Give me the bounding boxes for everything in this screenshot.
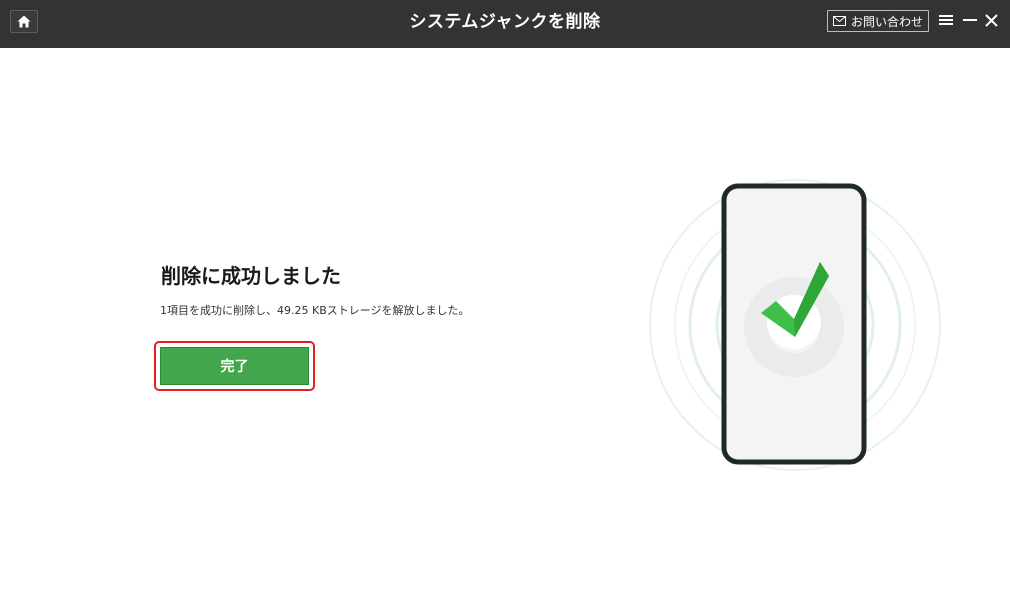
- close-icon: [984, 13, 998, 27]
- minimize-button[interactable]: [961, 11, 979, 29]
- phone-icon: [649, 179, 941, 471]
- title-bar: システムジャンクを削除 お問い合わせ: [0, 0, 1010, 48]
- done-button[interactable]: 完了: [160, 347, 309, 385]
- contact-button[interactable]: お問い合わせ: [827, 10, 929, 32]
- hamburger-menu-icon: [939, 14, 953, 26]
- done-button-highlight[interactable]: 完了: [154, 341, 315, 391]
- close-button[interactable]: [982, 11, 1000, 29]
- mail-icon: [832, 16, 846, 26]
- success-illustration: [640, 170, 950, 480]
- success-heading: 削除に成功しました: [161, 264, 341, 288]
- menu-button[interactable]: [937, 11, 955, 29]
- minimize-icon: [963, 14, 977, 26]
- contact-label: お問い合わせ: [850, 14, 923, 29]
- result-description: 1項目を成功に削除し、49.25 KBストレージを解放しました。: [160, 304, 470, 317]
